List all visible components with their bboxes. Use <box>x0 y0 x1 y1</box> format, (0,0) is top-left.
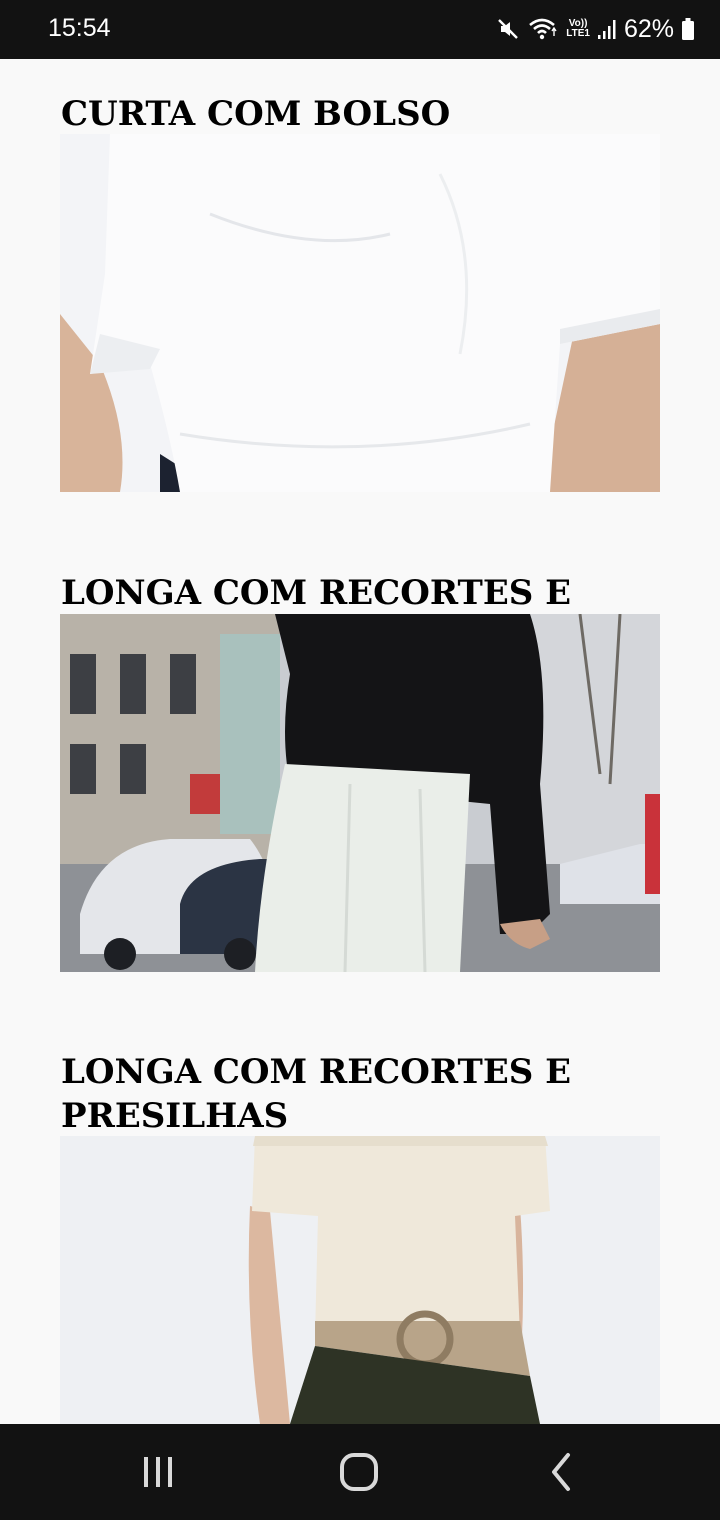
network-label: Vo)) LTE1 <box>566 18 590 39</box>
product-title[interactable]: LONGA COM RECORTES E PRESILHAS <box>61 1050 661 1138</box>
navigation-bar <box>0 1424 720 1520</box>
product-image-street-skirt[interactable] <box>60 614 660 972</box>
mute-icon <box>496 17 520 41</box>
battery-icon <box>682 18 694 40</box>
recent-apps-icon[interactable] <box>128 1448 188 1496</box>
battery-percent: 62% <box>623 14 674 43</box>
product-image-white-tshirt[interactable] <box>60 134 660 492</box>
back-icon[interactable] <box>531 1448 591 1496</box>
status-time: 15:54 <box>48 14 111 42</box>
product-list[interactable]: CURTA COM BOLSO LONGA COM RECORTES E CIN… <box>0 59 720 1424</box>
wifi-icon <box>528 17 558 41</box>
home-icon[interactable] <box>329 1448 389 1496</box>
status-bar: 15:54 Vo)) LTE1 62% <box>0 0 720 59</box>
product-image-belted-skirt[interactable] <box>60 1136 660 1424</box>
product-title[interactable]: CURTA COM BOLSO <box>61 92 661 136</box>
signal-icon <box>597 18 616 40</box>
status-icons: Vo)) LTE1 62% <box>496 12 694 46</box>
